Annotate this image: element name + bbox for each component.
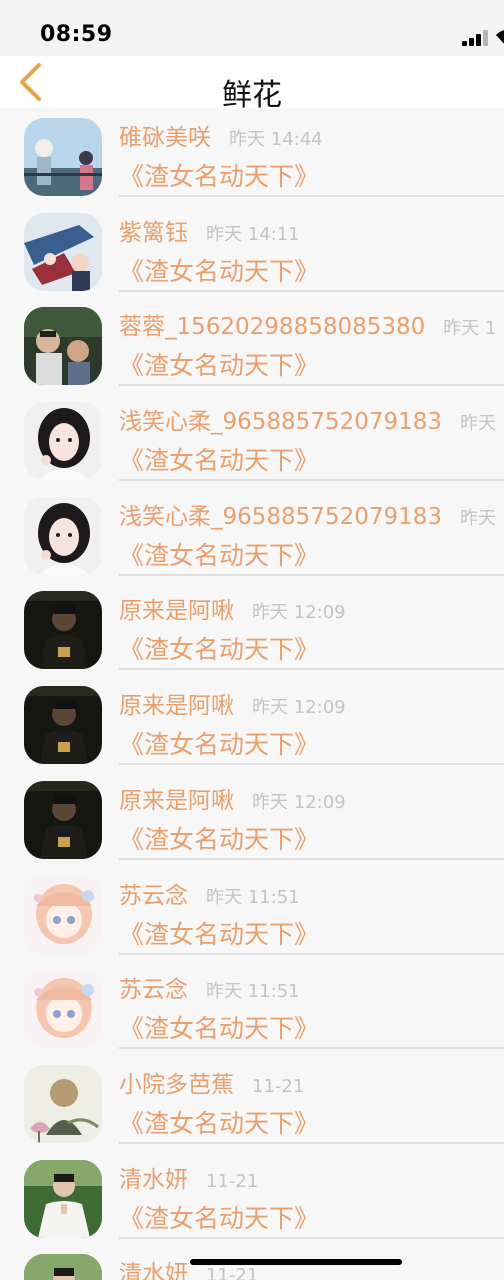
- avatar[interactable]: [24, 591, 102, 670]
- meta-line: 紫篱钰 昨天 14:11: [119, 213, 300, 247]
- list-item[interactable]: 蓉蓉_15620298858085380 昨天 1 《渣女名动天下》: [0, 297, 504, 392]
- meta-line: 小院多芭蕉 11-21: [119, 1065, 304, 1099]
- book-title[interactable]: 《渣女名动天下》: [119, 725, 319, 761]
- divider: [119, 763, 504, 766]
- timestamp: 11-21: [252, 1075, 305, 1097]
- avatar[interactable]: [24, 1159, 102, 1238]
- timestamp: 11-21: [206, 1265, 259, 1280]
- username[interactable]: 浅笑心柔_965885752079183: [119, 409, 442, 435]
- username[interactable]: 碓砯美咲: [119, 125, 211, 151]
- timestamp: 昨天 12:09: [252, 697, 346, 719]
- meta-line: 浅笑心柔_965885752079183 昨天: [119, 402, 496, 436]
- book-title[interactable]: 《渣女名动天下》: [119, 441, 319, 477]
- avatar[interactable]: [24, 307, 102, 386]
- book-title[interactable]: 《渣女名动天下》: [119, 252, 319, 288]
- book-title[interactable]: 《渣女名动天下》: [119, 1104, 319, 1140]
- timestamp: 昨天 14:11: [206, 223, 300, 245]
- book-title[interactable]: 《渣女名动天下》: [119, 157, 319, 193]
- book-title[interactable]: 《渣女名动天下》: [119, 1199, 319, 1235]
- wifi-icon: [496, 28, 504, 46]
- list-item[interactable]: 苏云念 昨天 11:51 《渣女名动天下》: [0, 960, 504, 1055]
- status-time: 08:59: [40, 22, 113, 47]
- avatar[interactable]: [24, 118, 102, 196]
- book-title[interactable]: 《渣女名动天下》: [119, 536, 319, 572]
- list-item[interactable]: 原来是阿啾 昨天 12:09 《渣女名动天下》: [0, 676, 504, 771]
- username[interactable]: 原来是阿啾: [119, 788, 234, 814]
- flower-gift-list[interactable]: 碓砯美咲 昨天 14:44 《渣女名动天下》 紫篱钰 昨天 14:11 《渣女名动天下》蓉…: [0, 108, 504, 1280]
- divider: [119, 1236, 504, 1239]
- meta-line: 浅笑心柔_965885752079183 昨天: [119, 497, 496, 531]
- list-item[interactable]: 小院多芭蕉 11-21 《渣女名动天下》: [0, 1055, 504, 1150]
- username[interactable]: 清水妍: [119, 1261, 188, 1280]
- username[interactable]: 小院多芭蕉: [119, 1072, 234, 1098]
- avatar[interactable]: [24, 496, 102, 575]
- avatar[interactable]: [24, 970, 102, 1049]
- timestamp: 昨天 12:09: [252, 791, 346, 813]
- avatar[interactable]: [24, 1254, 102, 1280]
- divider: [119, 857, 504, 860]
- list-item[interactable]: 清水妍 11-21 《渣女名动天下》: [0, 1150, 504, 1245]
- username[interactable]: 清水妍: [119, 1167, 188, 1193]
- username[interactable]: 浅笑心柔_965885752079183: [119, 504, 442, 530]
- avatar[interactable]: [24, 780, 102, 859]
- divider: [119, 1141, 504, 1144]
- divider: [119, 952, 504, 955]
- book-title[interactable]: 《渣女名动天下》: [119, 820, 319, 856]
- avatar[interactable]: [24, 402, 102, 481]
- timestamp: 昨天 1: [443, 318, 497, 340]
- list-item[interactable]: 浅笑心柔_965885752079183 昨天《渣女名动天下》: [0, 487, 504, 582]
- meta-line: 原来是阿啾 昨天 12:09: [119, 781, 346, 815]
- list-item[interactable]: 原来是阿啾 昨天 12:09 《渣女名动天下》: [0, 581, 504, 676]
- username[interactable]: 苏云念: [119, 977, 188, 1003]
- divider: [119, 479, 504, 482]
- meta-line: 清水妍 11-21: [119, 1160, 258, 1194]
- timestamp: 昨天: [460, 413, 496, 435]
- cellular-signal-icon: [462, 30, 492, 46]
- timestamp: 昨天 14:44: [229, 129, 323, 150]
- timestamp: 昨天 11:51: [206, 886, 300, 908]
- divider: [119, 195, 504, 197]
- meta-line: 碓砯美咲 昨天 14:44: [119, 118, 323, 152]
- timestamp: 昨天: [460, 507, 496, 529]
- avatar[interactable]: [24, 1064, 102, 1143]
- book-title[interactable]: 《渣女名动天下》: [119, 630, 319, 666]
- list-item[interactable]: 苏云念 昨天 11:51 《渣女名动天下》: [0, 866, 504, 961]
- meta-line: 原来是阿啾 昨天 12:09: [119, 591, 346, 625]
- meta-line: 蓉蓉_15620298858085380 昨天 1: [119, 307, 496, 341]
- username[interactable]: 蓉蓉_15620298858085380: [119, 314, 425, 340]
- nav-bar: 鲜花: [0, 56, 504, 113]
- meta-line: 原来是阿啾 昨天 12:09: [119, 686, 346, 720]
- list-item[interactable]: 浅笑心柔_965885752079183 昨天《渣女名动天下》: [0, 392, 504, 487]
- meta-line: 苏云念 昨天 11:51: [119, 970, 300, 1004]
- timestamp: 昨天 12:09: [252, 602, 346, 624]
- book-title[interactable]: 《渣女名动天下》: [119, 1009, 319, 1045]
- username[interactable]: 原来是阿啾: [119, 598, 234, 624]
- username[interactable]: 紫篱钰: [119, 220, 188, 246]
- divider: [119, 289, 504, 292]
- home-indicator[interactable]: [190, 1259, 402, 1265]
- screen: 08:59 鲜花 碓砯美咲 昨天 14:44 《渣女名动天下》 紫篱钰 昨天 14:11…: [0, 0, 504, 1280]
- list-item[interactable]: 紫篱钰 昨天 14:11 《渣女名动天下》: [0, 203, 504, 298]
- avatar[interactable]: [24, 875, 102, 954]
- username[interactable]: 苏云念: [119, 883, 188, 909]
- book-title[interactable]: 《渣女名动天下》: [119, 346, 319, 382]
- list-item[interactable]: 原来是阿啾 昨天 12:09 《渣女名动天下》: [0, 771, 504, 866]
- avatar[interactable]: [24, 686, 102, 765]
- divider: [119, 1047, 504, 1050]
- timestamp: 昨天 11:51: [206, 981, 300, 1003]
- list-item[interactable]: 碓砯美咲 昨天 14:44 《渣女名动天下》: [0, 108, 504, 203]
- book-title[interactable]: 《渣女名动天下》: [119, 915, 319, 951]
- status-bar: 08:59: [0, 0, 504, 56]
- divider: [119, 668, 504, 671]
- timestamp: 11-21: [206, 1170, 259, 1192]
- divider: [119, 573, 504, 576]
- username[interactable]: 原来是阿啾: [119, 693, 234, 719]
- divider: [119, 384, 504, 387]
- avatar[interactable]: [24, 212, 102, 291]
- meta-line: 苏云念 昨天 11:51: [119, 876, 300, 910]
